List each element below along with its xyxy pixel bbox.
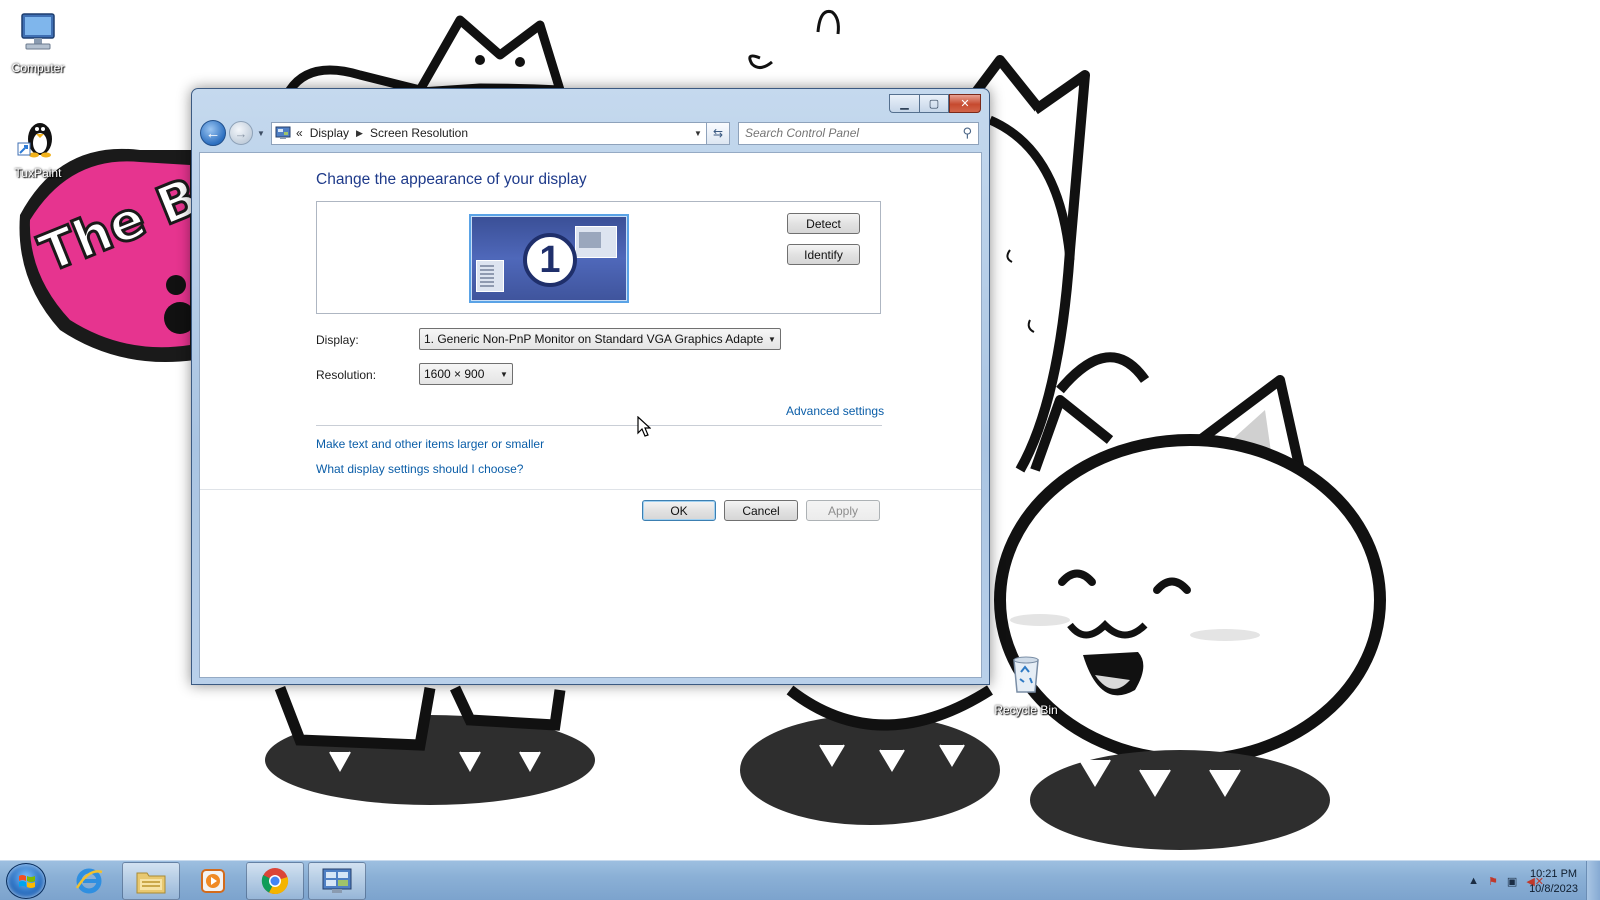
taskbar: ▲ ⚑ ▣ ◀✕ 10:21 PM 10/8/2023: [0, 860, 1600, 900]
desktop-icon-label: TuxPaint: [14, 166, 62, 180]
resolution-label: Resolution:: [316, 368, 377, 382]
taskbar-internet-explorer[interactable]: [60, 862, 118, 900]
window-content: Change the appearance of your display 1 …: [199, 152, 982, 678]
desktop-icon-label: Computer: [11, 61, 65, 75]
close-button[interactable]: ✕: [949, 94, 981, 113]
monitor-1-tile[interactable]: 1: [469, 214, 629, 303]
ok-button[interactable]: OK: [642, 500, 716, 521]
network-icon[interactable]: ▣: [1507, 875, 1517, 888]
maximize-button[interactable]: ▢: [919, 94, 949, 113]
chrome-icon: [261, 868, 289, 895]
chevron-down-icon: ▼: [768, 334, 776, 344]
forward-button[interactable]: →: [229, 121, 253, 145]
navigation-bar: ← → ▼ « Display ▶ Screen Resolution ▼ ⇆ …: [200, 120, 981, 146]
identify-button[interactable]: Identify: [787, 244, 860, 265]
address-dropdown-button[interactable]: ▼: [690, 129, 706, 138]
minimize-button[interactable]: ▁: [889, 94, 919, 113]
monitor-arrangement-panel: 1 Detect Identify: [316, 201, 881, 314]
resolution-select-value: 1600 × 900: [424, 367, 485, 381]
desktop-icon-computer[interactable]: Computer: [0, 10, 76, 75]
maximize-icon: ▢: [928, 98, 940, 110]
cancel-button[interactable]: Cancel: [724, 500, 798, 521]
breadcrumb-separator-icon[interactable]: ▶: [356, 128, 363, 139]
mouse-cursor-icon: [637, 416, 651, 437]
taskbar-media-player[interactable]: [184, 862, 242, 900]
back-arrow-icon: ←: [205, 124, 221, 142]
monitor-preview-window: [476, 260, 504, 292]
chevron-down-icon: ▼: [257, 128, 265, 138]
taskbar-control-panel[interactable]: [308, 862, 366, 900]
apply-button: Apply: [806, 500, 880, 521]
desktop-icon-recycle-bin[interactable]: Recycle Bin: [988, 652, 1064, 717]
text-size-link[interactable]: Make text and other items larger or smal…: [316, 437, 544, 451]
desktop-icon-label: Recycle Bin: [994, 703, 1058, 717]
divider: [200, 489, 981, 490]
recent-pages-button[interactable]: ▼: [255, 129, 267, 138]
show-desktop-button[interactable]: [1586, 861, 1600, 900]
divider: [316, 425, 882, 426]
computer-icon: [21, 13, 55, 50]
clock-date: 10/8/2023: [1529, 883, 1578, 895]
control-panel-icon: [322, 868, 352, 893]
minimize-icon: ▁: [900, 98, 909, 110]
windows-logo-icon: [19, 875, 35, 888]
refresh-icon: ⇆: [712, 126, 724, 140]
tuxpaint-icon: [17, 123, 52, 158]
search-box: ⚲: [738, 121, 979, 145]
display-label: Display:: [316, 333, 359, 347]
recycle-bin-icon: [1013, 656, 1039, 693]
breadcrumb-overflow[interactable]: «: [296, 126, 303, 140]
display-settings-help-link[interactable]: What display settings should I choose?: [316, 462, 523, 476]
system-clock[interactable]: 10:21 PM 10/8/2023: [1529, 867, 1578, 897]
advanced-settings-link[interactable]: Advanced settings: [786, 404, 884, 418]
resolution-select[interactable]: 1600 × 900 ▼: [419, 363, 513, 385]
search-icon[interactable]: ⚲: [962, 125, 972, 141]
page-title: Change the appearance of your display: [316, 171, 587, 188]
monitor-number: 1: [523, 233, 577, 287]
chevron-down-icon: ▼: [500, 369, 508, 379]
taskbar-windows-explorer[interactable]: [122, 862, 180, 900]
back-button[interactable]: ←: [200, 120, 226, 146]
media-player-icon: [201, 869, 225, 893]
close-icon: ✕: [960, 98, 970, 110]
forward-arrow-icon: →: [234, 125, 248, 141]
address-bar[interactable]: « Display ▶ Screen Resolution ▼: [271, 121, 707, 145]
screen-resolution-window: ▁ ▢ ✕ ← → ▼ « Display ▶ Screen Resolutio…: [191, 88, 990, 685]
clock-time: 10:21 PM: [1529, 868, 1578, 880]
detect-button[interactable]: Detect: [787, 213, 860, 234]
breadcrumb-display[interactable]: Display: [310, 126, 349, 140]
folder-icon: [136, 872, 166, 894]
action-center-icon[interactable]: ⚑: [1488, 875, 1498, 888]
caption-buttons: ▁ ▢ ✕: [889, 94, 981, 113]
show-hidden-icons-button[interactable]: ▲: [1468, 875, 1479, 887]
breadcrumb-screen-resolution[interactable]: Screen Resolution: [370, 126, 468, 140]
refresh-button[interactable]: ⇆: [707, 121, 730, 145]
monitor-preview-window: [575, 226, 617, 258]
display-select[interactable]: 1. Generic Non-PnP Monitor on Standard V…: [419, 328, 781, 350]
display-select-value: 1. Generic Non-PnP Monitor on Standard V…: [424, 332, 764, 346]
desktop-icon-tuxpaint[interactable]: TuxPaint: [0, 115, 76, 180]
start-button[interactable]: [6, 863, 46, 899]
taskbar-google-chrome[interactable]: [246, 862, 304, 900]
internet-explorer-icon: [75, 868, 103, 894]
search-input[interactable]: [745, 126, 963, 140]
control-panel-icon: [275, 126, 291, 139]
